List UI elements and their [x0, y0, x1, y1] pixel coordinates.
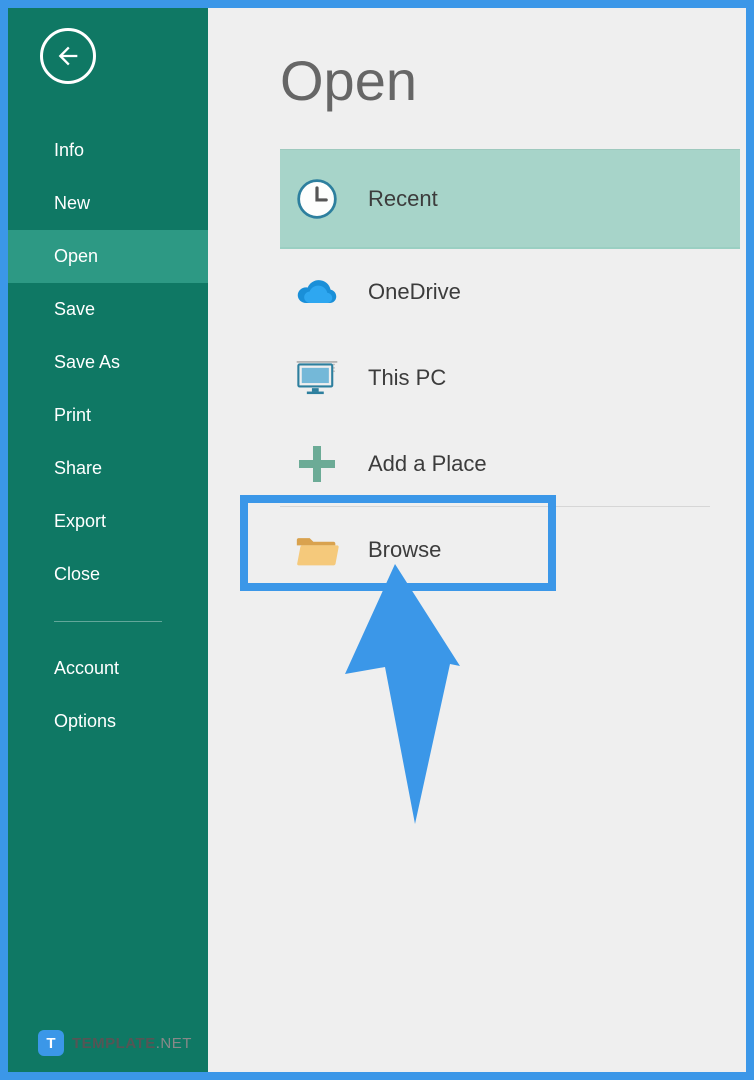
nav-label: Open	[54, 246, 98, 266]
watermark-bold: TEMPLATE	[72, 1035, 156, 1052]
app-frame: Info New Open Save Save As Print Share E…	[8, 8, 746, 1072]
nav-item-info[interactable]: Info	[8, 124, 208, 177]
nav-item-new[interactable]: New	[8, 177, 208, 230]
location-browse[interactable]: Browse	[280, 507, 710, 593]
backstage-sidebar: Info New Open Save Save As Print Share E…	[8, 8, 208, 1072]
nav-label: Share	[54, 458, 102, 478]
nav-label: Save	[54, 299, 95, 319]
location-add-place[interactable]: Add a Place	[280, 421, 710, 507]
nav-label: Export	[54, 511, 106, 531]
plus-icon	[294, 441, 340, 487]
watermark-light: .NET	[156, 1035, 192, 1052]
page-title: Open	[280, 48, 746, 113]
nav-label: Save As	[54, 352, 120, 372]
location-label: Add a Place	[368, 451, 487, 477]
location-onedrive[interactable]: OneDrive	[280, 249, 710, 335]
cloud-icon	[294, 269, 340, 315]
nav-item-share[interactable]: Share	[8, 442, 208, 495]
location-label: OneDrive	[368, 279, 461, 305]
location-this-pc[interactable]: This PC	[280, 335, 710, 421]
nav-label: Print	[54, 405, 91, 425]
folder-icon	[294, 527, 340, 573]
nav-label: Info	[54, 140, 84, 160]
location-list: Recent OneDrive This PC Add a Place	[280, 149, 746, 593]
nav-item-options[interactable]: Options	[8, 695, 208, 748]
watermark-text: TEMPLATE.NET	[72, 1035, 192, 1052]
clock-icon	[294, 176, 340, 222]
nav-label: Close	[54, 564, 100, 584]
location-recent[interactable]: Recent	[280, 149, 740, 249]
nav-label: New	[54, 193, 90, 213]
arrow-left-icon	[54, 42, 82, 70]
nav-item-save-as[interactable]: Save As	[8, 336, 208, 389]
watermark: T TEMPLATE.NET	[38, 1030, 192, 1056]
nav-divider	[54, 621, 162, 622]
nav-item-save[interactable]: Save	[8, 283, 208, 336]
main-panel: Open Recent OneDrive This PC	[208, 8, 746, 1072]
watermark-badge: T	[38, 1030, 64, 1056]
nav-item-account[interactable]: Account	[8, 642, 208, 695]
location-label: Recent	[368, 186, 438, 212]
nav-item-open[interactable]: Open	[8, 230, 208, 283]
nav-label: Options	[54, 711, 116, 731]
back-button[interactable]	[40, 28, 96, 84]
nav-item-close[interactable]: Close	[8, 548, 208, 601]
monitor-icon	[294, 355, 340, 401]
location-label: This PC	[368, 365, 446, 391]
nav-label: Account	[54, 658, 119, 678]
nav-item-export[interactable]: Export	[8, 495, 208, 548]
nav-item-print[interactable]: Print	[8, 389, 208, 442]
location-label: Browse	[368, 537, 441, 563]
